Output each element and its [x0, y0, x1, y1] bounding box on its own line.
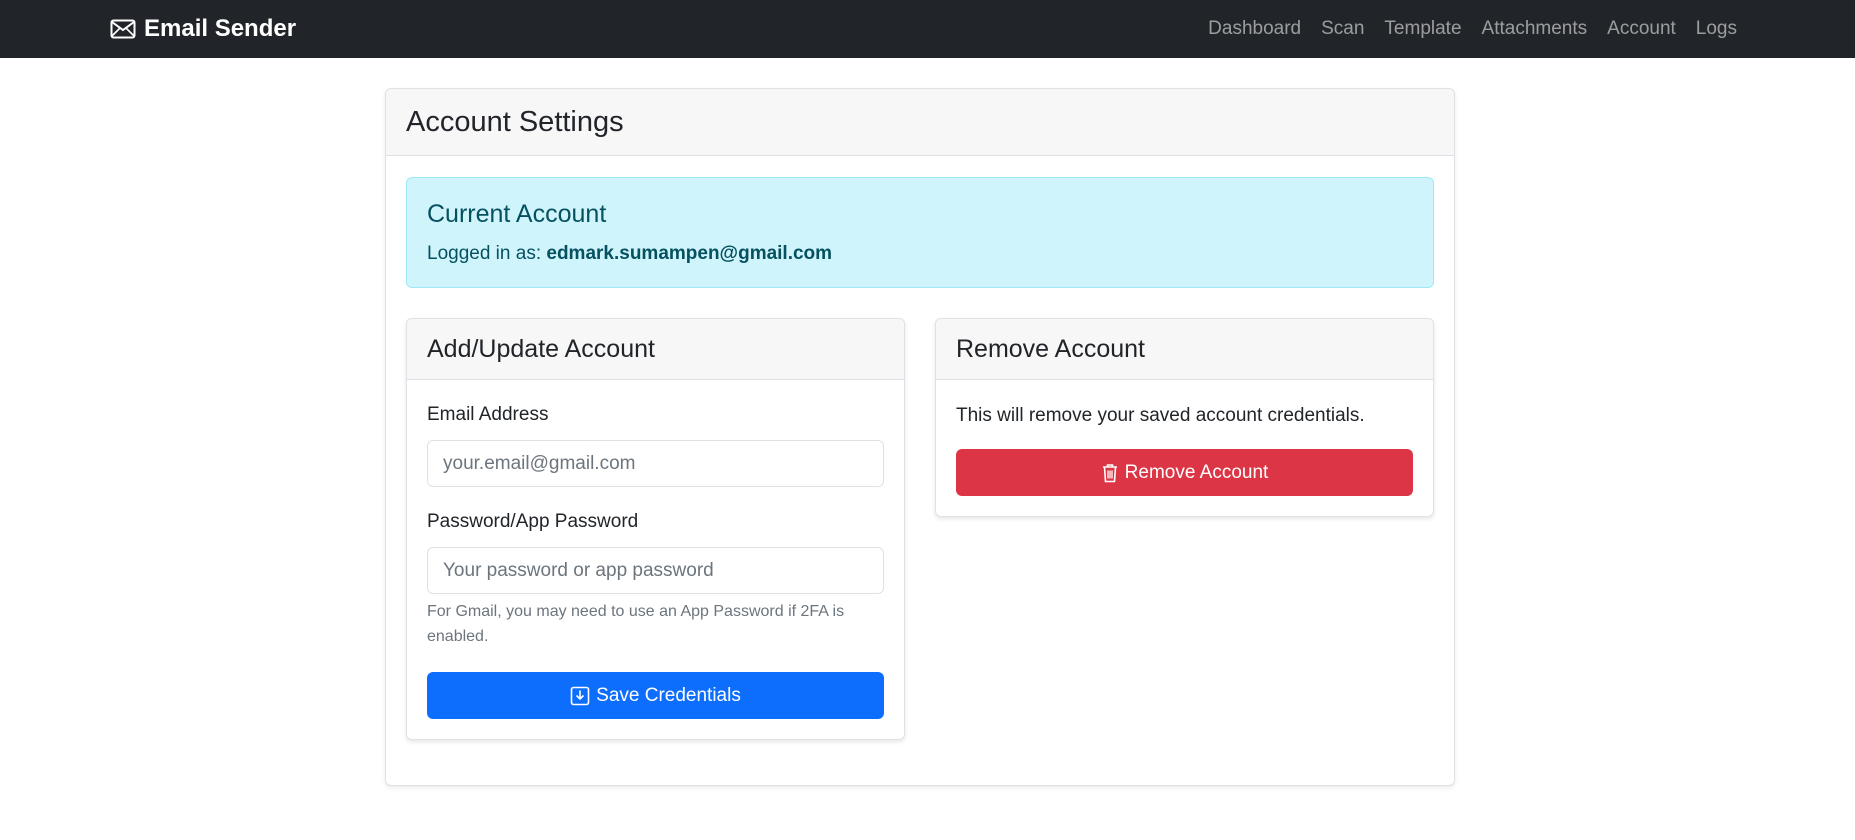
- remove-account-description: This will remove your saved account cred…: [956, 405, 1365, 426]
- current-account-alert: Current Account Logged in as: edmark.sum…: [406, 177, 1434, 288]
- current-account-email: edmark.sumampen@gmail.com: [546, 243, 833, 264]
- email-label: Email Address: [427, 404, 549, 425]
- account-settings-header: Account Settings: [386, 89, 1454, 156]
- navbar: Email Sender Dashboard Scan Template Att…: [0, 0, 1855, 58]
- save-credentials-label: Save Credentials: [596, 684, 741, 706]
- nav-link-dashboard[interactable]: Dashboard: [1208, 18, 1301, 40]
- page-title: Account Settings: [406, 105, 624, 138]
- password-input[interactable]: [427, 547, 884, 594]
- remove-account-button[interactable]: Remove Account: [956, 449, 1413, 496]
- account-settings-card: Account Settings Current Account Logged …: [385, 88, 1455, 786]
- current-account-text: Logged in as: edmark.sumampen@gmail.com: [427, 243, 1413, 265]
- current-account-title: Current Account: [427, 200, 607, 228]
- password-label: Password/App Password: [427, 511, 639, 532]
- remove-account-card: Remove Account This will remove your sav…: [935, 318, 1434, 517]
- brand-label: Email Sender: [144, 15, 297, 42]
- add-account-card: Add/Update Account Email Address Passwor…: [406, 318, 905, 740]
- nav-link-account[interactable]: Account: [1607, 18, 1676, 40]
- nav-links: Dashboard Scan Template Attachments Acco…: [1208, 0, 1737, 58]
- navbar-brand[interactable]: Email Sender: [110, 0, 296, 58]
- add-account-header: Add/Update Account: [407, 319, 904, 380]
- remove-account-title: Remove Account: [956, 334, 1145, 363]
- nav-link-template[interactable]: Template: [1384, 18, 1461, 40]
- email-input[interactable]: [427, 440, 884, 487]
- download-icon: [570, 686, 590, 706]
- trash-icon: [1101, 463, 1119, 483]
- remove-account-label: Remove Account: [1124, 461, 1269, 483]
- nav-link-scan[interactable]: Scan: [1321, 18, 1364, 40]
- envelope-icon: [110, 19, 136, 39]
- add-account-title: Add/Update Account: [427, 334, 655, 363]
- logged-in-label: Logged in as:: [427, 243, 542, 264]
- save-credentials-button[interactable]: Save Credentials: [427, 672, 884, 719]
- password-hint: For Gmail, you may need to use an App Pa…: [427, 603, 845, 645]
- nav-link-logs[interactable]: Logs: [1696, 18, 1737, 40]
- nav-link-attachments[interactable]: Attachments: [1482, 18, 1588, 40]
- remove-account-header: Remove Account: [936, 319, 1433, 380]
